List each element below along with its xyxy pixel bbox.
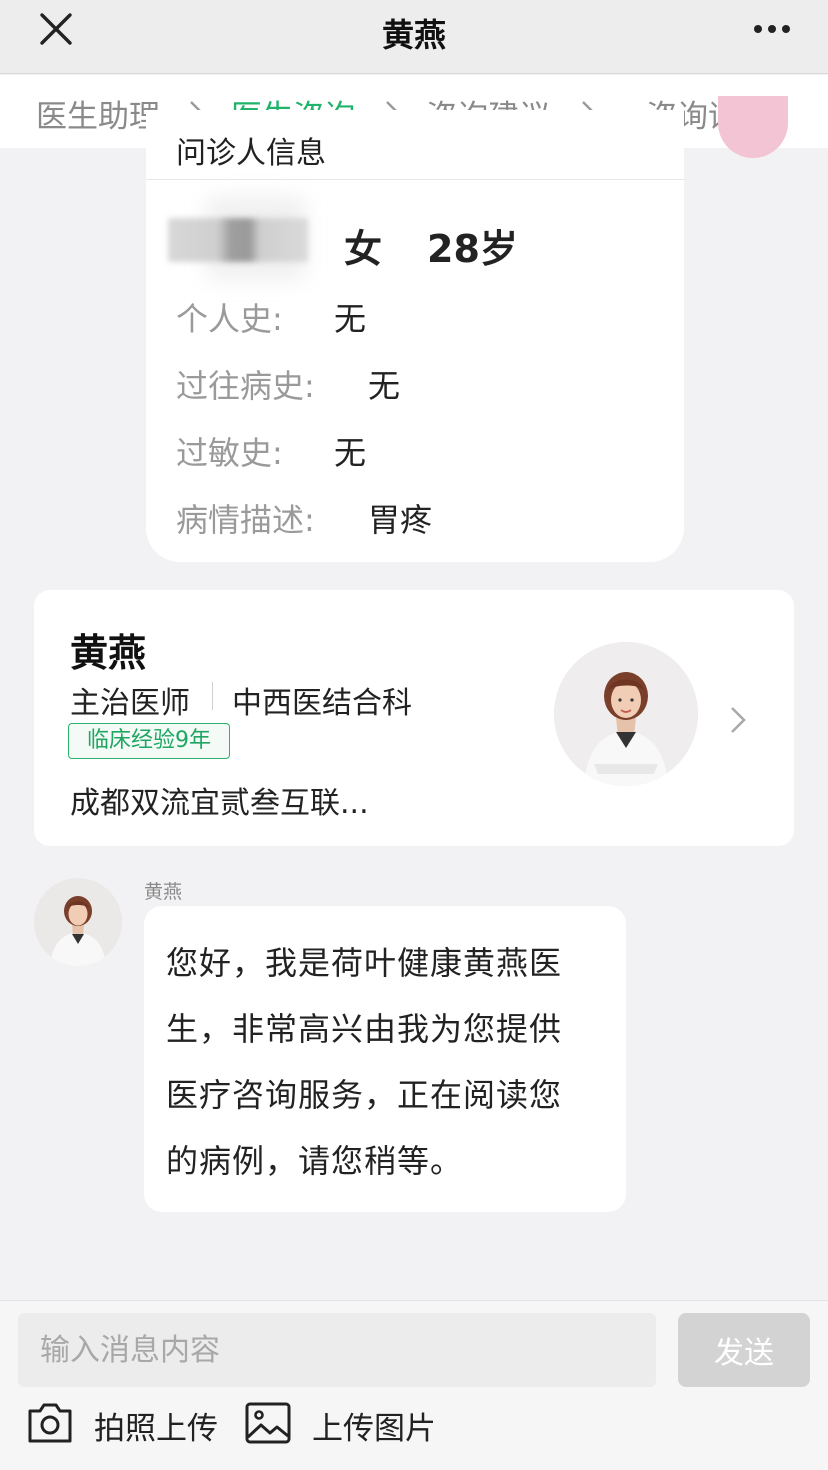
doctor-department: 中西医结合科 <box>232 686 412 721</box>
message-input[interactable] <box>18 1313 656 1387</box>
user-avatar <box>718 96 788 158</box>
send-button[interactable]: 发送 <box>678 1313 810 1387</box>
personal-history-label: 个人史: <box>176 300 283 338</box>
allergy-history-label: 过敏史: <box>176 434 283 472</box>
doctor-hospital: 成都双流宜贰叁互联... <box>70 786 369 821</box>
camera-icon <box>28 1403 72 1443</box>
sender-avatar[interactable] <box>34 878 122 966</box>
patient-age: 28岁 <box>427 227 518 271</box>
condition-description-value: 胃疼 <box>368 501 433 539</box>
message-composer: 发送 拍照上传 上传图片 <box>0 1300 828 1470</box>
doctor-title: 主治医师 <box>70 686 190 721</box>
patient-card-title: 问诊人信息 <box>176 136 326 171</box>
take-photo-button[interactable]: 拍照上传 <box>26 1397 226 1449</box>
doctor-avatar <box>554 642 698 786</box>
upload-image-label: 上传图片 <box>312 1411 436 1447</box>
condition-description-label: 病情描述: <box>176 501 315 539</box>
patient-info-card: 问诊人信息 女 28岁 个人史: 无 过往病史: 无 过敏史: 无 病情描述: … <box>146 110 684 562</box>
step-doctor-assistant: 医生助理 <box>36 99 160 135</box>
doctor-name: 黄燕 <box>70 631 147 675</box>
doctor-card[interactable]: 黄燕 主治医师 中西医结合科 临床经验9年 成都双流宜贰叁互联... <box>34 590 794 846</box>
divider <box>212 682 213 710</box>
message-text: 您好，我是荷叶健康黄燕医生，非常高兴由我为您提供医疗咨询服务，正在阅读您的病例，… <box>166 944 563 1180</box>
take-photo-label: 拍照上传 <box>94 1411 218 1447</box>
sender-name: 黄燕 <box>144 881 183 903</box>
chevron-right-icon[interactable] <box>728 704 748 736</box>
allergy-history-value: 无 <box>334 434 367 472</box>
experience-badge: 临床经验9年 <box>68 723 230 759</box>
more-icon[interactable] <box>742 6 802 52</box>
title-bar: 黄燕 <box>0 0 828 74</box>
past-history-label: 过往病史: <box>176 367 315 405</box>
patient-card-header: 问诊人信息 <box>146 110 684 180</box>
patient-gender: 女 <box>344 227 383 271</box>
upload-image-button[interactable]: 上传图片 <box>244 1397 444 1449</box>
past-history-value: 无 <box>368 367 401 405</box>
personal-history-value: 无 <box>334 300 367 338</box>
patient-name-blurred <box>168 218 308 262</box>
page-title: 黄燕 <box>381 16 446 54</box>
message-bubble: 您好，我是荷叶健康黄燕医生，非常高兴由我为您提供医疗咨询服务，正在阅读您的病例，… <box>144 906 626 1212</box>
image-icon <box>245 1402 291 1444</box>
